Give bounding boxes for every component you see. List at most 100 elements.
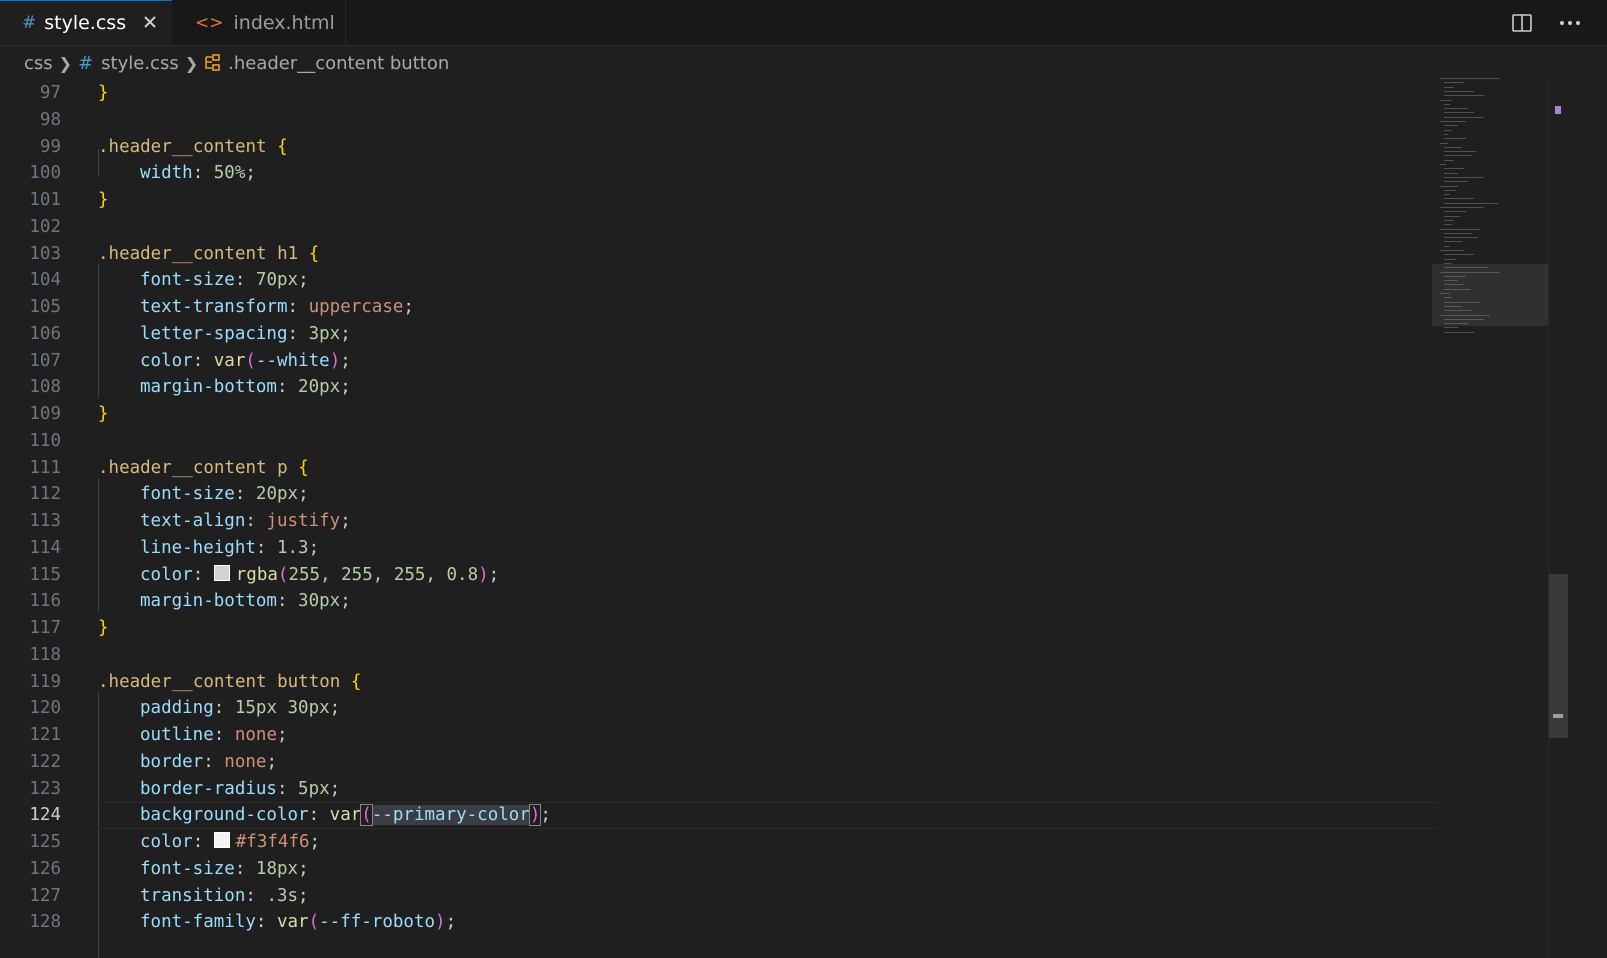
minimap-line: [1440, 99, 1452, 101]
breadcrumb-folder[interactable]: css: [24, 53, 53, 74]
minimap-line: [1440, 78, 1500, 79]
minimap-line: [1444, 159, 1454, 161]
line-number: 114: [29, 537, 61, 558]
minimap-line: [1444, 108, 1468, 110]
chevron-right-icon: ❯: [184, 53, 199, 73]
code-line: }: [98, 618, 109, 638]
code-line: width: 50%;: [140, 163, 256, 184]
line-number: 98: [39, 109, 61, 130]
minimap-line: [1440, 271, 1500, 273]
code-line: transition: .3s;: [140, 885, 309, 906]
minimap-line: [1444, 331, 1474, 333]
code-line: line-height: 1.3;: [140, 537, 320, 558]
code-line: }: [98, 404, 109, 424]
minimap-line: [1440, 142, 1448, 144]
minimap-line: [1440, 164, 1446, 165]
minimap-line: [1444, 288, 1470, 290]
symbol-class-icon: [204, 54, 224, 72]
code-line: border-radius: 5px;: [140, 778, 341, 799]
minimap-line: [1444, 275, 1466, 277]
code-line: font-size: 18px;: [140, 858, 309, 879]
code-line: text-align: justify;: [140, 511, 351, 531]
line-number: 125: [29, 832, 61, 852]
code-editor[interactable]: 97 98 99 100 101 102 103 104 105 106 107 108 109 110 1…: [0, 80, 1470, 958]
minimap-line: [1444, 327, 1458, 329]
tab-style-css[interactable]: # style.css: [0, 0, 172, 45]
minimap-line: [1444, 301, 1480, 303]
code-line: }: [98, 190, 109, 210]
color-swatch[interactable]: [213, 564, 230, 581]
code-line: .header__content button {: [98, 671, 362, 692]
hash-icon: #: [22, 13, 37, 33]
minimap-line: [1444, 280, 1458, 282]
split-editor-icon[interactable]: [1509, 10, 1535, 36]
minimap-line: [1444, 146, 1462, 148]
line-number: 126: [29, 858, 61, 879]
code-line: color: #f3f4f6;: [140, 832, 321, 852]
line-number: 102: [29, 216, 61, 237]
scrollbar-marker: [1553, 714, 1563, 718]
minimap-line: [1444, 211, 1466, 213]
minimap-line: [1444, 133, 1448, 135]
minimap-line: [1440, 185, 1458, 187]
minimap-line: [1444, 138, 1466, 140]
minimap-line: [1444, 219, 1454, 221]
code-line: border: none;: [140, 751, 277, 772]
minimap-line: [1444, 103, 1450, 105]
minimap-line: [1444, 125, 1458, 127]
minimap-line: [1444, 194, 1450, 196]
minimap-line: [1444, 237, 1478, 239]
minimap-line: [1440, 250, 1464, 251]
editor-actions: [1509, 10, 1583, 36]
line-number-gutter: 97 98 99 100 101 102 103 104 105 106 107 108 109 110 1…: [0, 80, 70, 936]
line-number: 111: [29, 457, 61, 478]
breadcrumb-symbol-label: .header__content button: [228, 52, 450, 74]
more-actions-icon[interactable]: [1557, 10, 1583, 36]
breadcrumb-symbol[interactable]: .header__content button: [204, 53, 449, 74]
code-line: .header__content p {: [98, 457, 309, 478]
minimap-line: [1444, 241, 1462, 243]
scrollbar-marker: [1555, 106, 1561, 114]
minimap-line: [1444, 172, 1458, 174]
minimap-line: [1444, 82, 1464, 84]
tab-label: style.css: [44, 12, 127, 34]
color-swatch[interactable]: [213, 832, 230, 848]
line-number: 109: [29, 404, 61, 424]
code-line: text-transform: uppercase;: [140, 297, 414, 317]
minimap-line: [1444, 267, 1488, 269]
line-number: 127: [29, 885, 61, 906]
line-number: 101: [29, 190, 61, 210]
minimap-line: [1444, 215, 1460, 217]
minimap[interactable]: [1432, 78, 1548, 958]
line-number: 100: [29, 163, 61, 184]
breadcrumb-file-label: style.css: [101, 52, 179, 74]
tab-index-html[interactable]: <> index.html: [172, 0, 346, 45]
minimap-slider[interactable]: [1432, 264, 1548, 326]
minimap-line: [1444, 198, 1474, 200]
minimap-line: [1444, 254, 1474, 256]
code-line: margin-bottom: 30px;: [140, 591, 351, 612]
breadcrumb-file[interactable]: # style.css: [78, 53, 179, 74]
hash-icon: #: [78, 52, 94, 74]
minimap-line: [1444, 90, 1474, 92]
vertical-scrollbar[interactable]: [1548, 78, 1568, 958]
tab-bar: # style.css <> index.html: [0, 0, 1607, 46]
line-number: 115: [29, 564, 61, 585]
line-number: 103: [29, 243, 61, 264]
line-number: 99: [39, 136, 61, 157]
line-number: 106: [29, 323, 61, 344]
line-number: 117: [29, 618, 61, 638]
code-line-current: background-color: var(--primary-color);: [98, 802, 1438, 829]
close-icon[interactable]: [140, 12, 160, 32]
tab-label: index.html: [233, 11, 335, 34]
minimap-line: [1444, 168, 1464, 170]
minimap-line: [1444, 323, 1468, 325]
minimap-line: [1444, 95, 1484, 97]
minimap-line: [1444, 189, 1456, 191]
code-line: letter-spacing: 3px;: [140, 323, 351, 344]
code-lines: } .header__content { width: 50%; } .head…: [98, 80, 1438, 936]
minimap-line: [1444, 297, 1452, 299]
minimap-line: [1440, 228, 1480, 230]
